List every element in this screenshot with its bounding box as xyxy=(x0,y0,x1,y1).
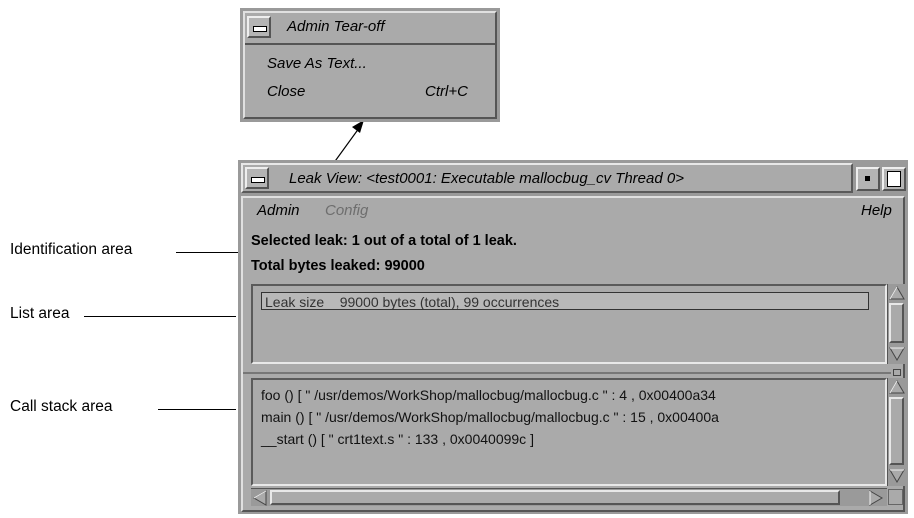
maximize-icon xyxy=(887,171,901,187)
menu-help[interactable]: Help xyxy=(861,202,892,219)
menu-item-label: Close xyxy=(267,83,306,100)
window-menu-icon xyxy=(251,177,265,183)
window-menu-button[interactable] xyxy=(247,16,271,38)
horizontal-scroll-thumb[interactable] xyxy=(270,490,840,505)
tearoff-title: Admin Tear-off xyxy=(287,18,385,35)
leak-view-window: Leak View: <test0001: Executable mallocb… xyxy=(238,160,908,514)
callout-identification-line xyxy=(176,252,238,253)
window-titlebar[interactable]: Leak View: <test0001: Executable mallocb… xyxy=(241,163,853,193)
call-stack-line: foo () [ " /usr/demos/WorkShop/mallocbug… xyxy=(261,387,716,403)
leak-list[interactable]: Leak size 99000 bytes (total), 99 occurr… xyxy=(251,284,887,364)
list-scroll-thumb[interactable] xyxy=(889,303,904,343)
menu-item-shortcut: Ctrl+C xyxy=(425,83,468,100)
tearoff-titlebar: Admin Tear-off xyxy=(245,13,495,45)
scroll-down-icon[interactable] xyxy=(889,468,905,484)
callstack-horizontal-scrollbar[interactable] xyxy=(251,488,887,506)
menu-bar: Admin Config Help xyxy=(243,198,903,226)
pane-sash[interactable] xyxy=(893,369,901,376)
scrollbar-corner xyxy=(888,489,903,505)
scroll-down-icon[interactable] xyxy=(889,346,905,362)
callstack-scroll-thumb[interactable] xyxy=(889,397,904,465)
call-stack-line: __start () [ " crt1text.s " : 133 , 0x00… xyxy=(261,431,534,447)
callout-list-label: List area xyxy=(10,305,70,322)
minimize-icon xyxy=(865,176,870,181)
list-item[interactable]: Leak size 99000 bytes (total), 99 occurr… xyxy=(261,292,869,310)
callout-callstack-line xyxy=(158,409,236,410)
callout-identification-label: Identification area xyxy=(10,241,133,258)
menu-config[interactable]: Config xyxy=(325,202,368,219)
window-body: Admin Config Help Selected leak: 1 out o… xyxy=(241,196,905,512)
selected-leak-text: Selected leak: 1 out of a total of 1 lea… xyxy=(251,233,517,249)
scroll-up-icon[interactable] xyxy=(889,285,905,301)
menu-item-save-as-text[interactable]: Save As Text... xyxy=(267,55,367,72)
callout-list-line xyxy=(84,316,236,317)
scroll-right-icon[interactable] xyxy=(868,490,884,506)
menu-admin[interactable]: Admin xyxy=(257,202,300,219)
menu-item-label: Save As Text... xyxy=(267,55,367,72)
minimize-button[interactable] xyxy=(856,167,880,191)
list-item-label: Leak size 99000 bytes (total), 99 occurr… xyxy=(265,294,560,310)
call-stack-line: main () [ " /usr/demos/WorkShop/mallocbu… xyxy=(261,409,719,425)
window-title: Leak View: <test0001: Executable mallocb… xyxy=(289,170,684,187)
scroll-up-icon[interactable] xyxy=(889,379,905,395)
window-menu-button[interactable] xyxy=(245,167,269,189)
menu-item-close[interactable]: Close xyxy=(267,83,305,100)
list-vertical-scrollbar[interactable] xyxy=(887,284,905,364)
callstack-vertical-scrollbar[interactable] xyxy=(887,378,905,486)
callout-callstack-label: Call stack area xyxy=(10,398,113,415)
maximize-button[interactable] xyxy=(882,167,906,191)
call-stack-text[interactable]: foo () [ " /usr/demos/WorkShop/mallocbug… xyxy=(251,378,887,486)
scroll-left-icon[interactable] xyxy=(252,490,268,506)
window-menu-icon xyxy=(253,26,267,32)
admin-tearoff-window: Admin Tear-off Save As Text... Close Ctr… xyxy=(240,8,500,122)
pane-divider xyxy=(243,372,891,374)
total-bytes-text: Total bytes leaked: 99000 xyxy=(251,258,425,274)
